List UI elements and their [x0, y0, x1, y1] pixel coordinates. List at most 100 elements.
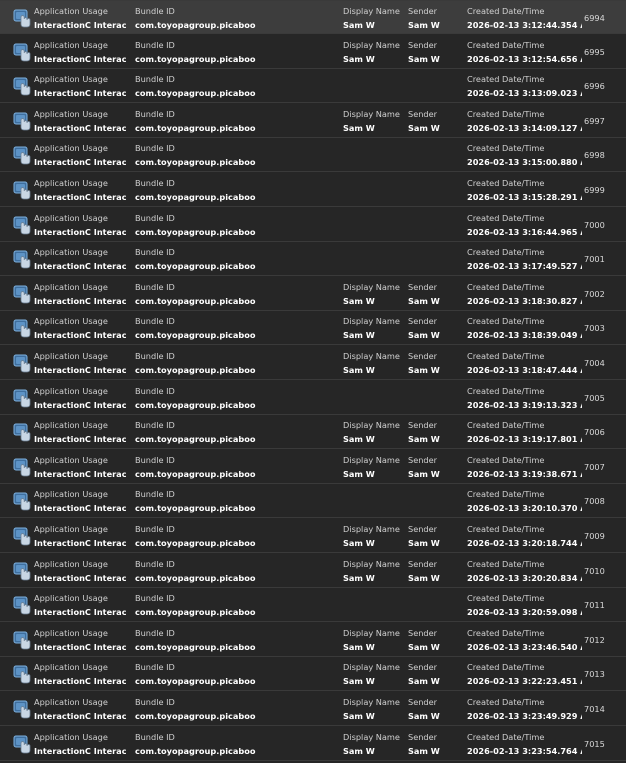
bundle-id-value: com.toyopagroup.picaboo: [135, 20, 256, 30]
category-label: Application Usage: [34, 316, 108, 327]
interaction-type: InteractionC Interacti...: [34, 607, 126, 618]
display-name-label: Display Name: [343, 420, 400, 431]
list-item[interactable]: Application Usage InteractionC Interacti…: [0, 380, 626, 415]
created-value: 2026-02-13 3:23:46.540 AM: [467, 641, 582, 652]
list-item[interactable]: Application Usage InteractionC Interacti…: [0, 519, 626, 553]
sender-label: Sender: [408, 316, 438, 327]
category-label: Application Usage: [34, 558, 108, 569]
created-value: 2026-02-13 3:19:17.801 AM: [467, 434, 582, 445]
list-item[interactable]: Application Usage InteractionC Interacti…: [0, 484, 626, 519]
list-item[interactable]: Application Usage InteractionC Interacti…: [0, 657, 626, 692]
bundle-id-value: com.toyopagroup.picaboo: [135, 192, 256, 202]
created-value: 2026-02-13 3:13:09.023 AM: [467, 88, 582, 99]
interaction-type: InteractionC Interacti...: [34, 468, 126, 479]
touch-gesture-icon: [12, 734, 32, 754]
list-item[interactable]: Application Usage InteractionC Interacti…: [0, 415, 626, 450]
interaction-type: InteractionC Interacti...: [34, 226, 126, 237]
touch-gesture-icon: [12, 353, 32, 373]
list-item[interactable]: Application Usage InteractionC Interacti…: [0, 588, 626, 623]
bundle-id-label: Bundle ID: [135, 454, 175, 465]
display-name-value: Sam W: [343, 468, 375, 479]
bundle-id-label: Bundle ID: [135, 385, 175, 396]
record-id: 7014: [584, 704, 605, 714]
interaction-type: InteractionC Interacti...: [34, 122, 126, 133]
display-name-value: Sam W: [343, 711, 375, 721]
display-name-value: Sam W: [343, 434, 375, 445]
interaction-type: InteractionC Interacti...: [34, 330, 126, 341]
list-item[interactable]: Application Usage InteractionC Interacti…: [0, 242, 626, 277]
bundle-id-value: com.toyopagroup.picaboo: [135, 330, 256, 341]
list-item[interactable]: Application Usage InteractionC Interacti…: [0, 34, 626, 69]
bundle-id-value: com.toyopagroup.picaboo: [135, 745, 256, 756]
sender-label: Sender: [408, 697, 438, 707]
created-label: Created Date/Time: [467, 454, 545, 465]
bundle-id-label: Bundle ID: [135, 178, 175, 188]
touch-gesture-icon: [12, 111, 32, 131]
list-item[interactable]: Application Usage InteractionC Interacti…: [0, 276, 626, 311]
interaction-type: InteractionC Interacti...: [34, 20, 126, 30]
list-item[interactable]: Application Usage InteractionC Interacti…: [0, 311, 626, 346]
record-id: 6999: [584, 185, 605, 195]
interaction-type: InteractionC Interacti...: [34, 503, 126, 514]
interaction-type: InteractionC Interacti...: [34, 88, 126, 99]
record-id: 7003: [584, 323, 605, 334]
touch-gesture-icon: [12, 318, 32, 338]
list-item[interactable]: Application Usage InteractionC Interacti…: [0, 0, 626, 34]
category-label: Application Usage: [34, 627, 108, 638]
category-label: Application Usage: [34, 247, 108, 258]
bundle-id-value: com.toyopagroup.picaboo: [135, 399, 256, 410]
record-id: 7011: [584, 600, 605, 611]
interaction-type: InteractionC Interacti...: [34, 676, 126, 687]
touch-gesture-icon: [12, 457, 32, 477]
list-item[interactable]: Application Usage InteractionC Interacti…: [0, 553, 626, 588]
category-label: Application Usage: [34, 6, 108, 16]
bundle-id-label: Bundle ID: [135, 108, 175, 119]
created-value: 2026-02-13 3:19:13.323 AM: [467, 399, 582, 410]
sender-value: Sam W: [408, 711, 440, 721]
display-name-value: Sam W: [343, 122, 375, 133]
category-label: Application Usage: [34, 385, 108, 396]
bundle-id-label: Bundle ID: [135, 39, 175, 50]
created-label: Created Date/Time: [467, 420, 545, 431]
list-item[interactable]: Application Usage InteractionC Interacti…: [0, 207, 626, 242]
interaction-type: InteractionC Interacti...: [34, 365, 126, 375]
list-item[interactable]: Application Usage InteractionC Interacti…: [0, 69, 626, 104]
list-item[interactable]: Application Usage InteractionC Interacti…: [0, 692, 626, 726]
sender-value: Sam W: [408, 295, 440, 306]
list-item[interactable]: Application Usage InteractionC Interacti…: [0, 726, 626, 761]
created-value: 2026-02-13 3:20:20.834 AM: [467, 572, 582, 583]
record-id: 6996: [584, 81, 605, 92]
display-name-value: Sam W: [343, 538, 375, 548]
created-label: Created Date/Time: [467, 281, 545, 292]
list-item[interactable]: Application Usage InteractionC Interacti…: [0, 449, 626, 484]
bundle-id-label: Bundle ID: [135, 212, 175, 223]
record-id: 7015: [584, 738, 605, 749]
list-item[interactable]: Application Usage InteractionC Interacti…: [0, 346, 626, 380]
list-item[interactable]: Application Usage InteractionC Interacti…: [0, 138, 626, 173]
created-label: Created Date/Time: [467, 489, 545, 500]
record-id: 6994: [584, 13, 605, 23]
sender-label: Sender: [408, 558, 438, 569]
touch-gesture-icon: [12, 561, 32, 581]
interaction-type: InteractionC Interacti...: [34, 261, 126, 272]
display-name-label: Display Name: [343, 627, 400, 638]
bundle-id-label: Bundle ID: [135, 662, 175, 673]
interaction-type: InteractionC Interacti...: [34, 434, 126, 445]
created-value: 2026-02-13 3:14:09.127 AM: [467, 122, 582, 133]
list-item[interactable]: Application Usage InteractionC Interacti…: [0, 103, 626, 138]
bundle-id-value: com.toyopagroup.picaboo: [135, 53, 256, 64]
category-label: Application Usage: [34, 593, 108, 604]
list-item[interactable]: Application Usage InteractionC Interacti…: [0, 173, 626, 207]
interaction-type: InteractionC Interacti...: [34, 295, 126, 306]
created-label: Created Date/Time: [467, 524, 545, 534]
sender-value: Sam W: [408, 53, 440, 64]
created-value: 2026-02-13 3:16:44.965 AM: [467, 226, 582, 237]
list-item[interactable]: Application Usage InteractionC Interacti…: [0, 622, 626, 657]
bundle-id-value: com.toyopagroup.picaboo: [135, 122, 256, 133]
bundle-id-value: com.toyopagroup.picaboo: [135, 157, 256, 168]
interaction-list[interactable]: Application Usage InteractionC Interacti…: [0, 0, 626, 763]
record-id: 7013: [584, 669, 605, 680]
bundle-id-label: Bundle ID: [135, 351, 175, 361]
created-label: Created Date/Time: [467, 385, 545, 396]
record-id: 6997: [584, 115, 605, 126]
